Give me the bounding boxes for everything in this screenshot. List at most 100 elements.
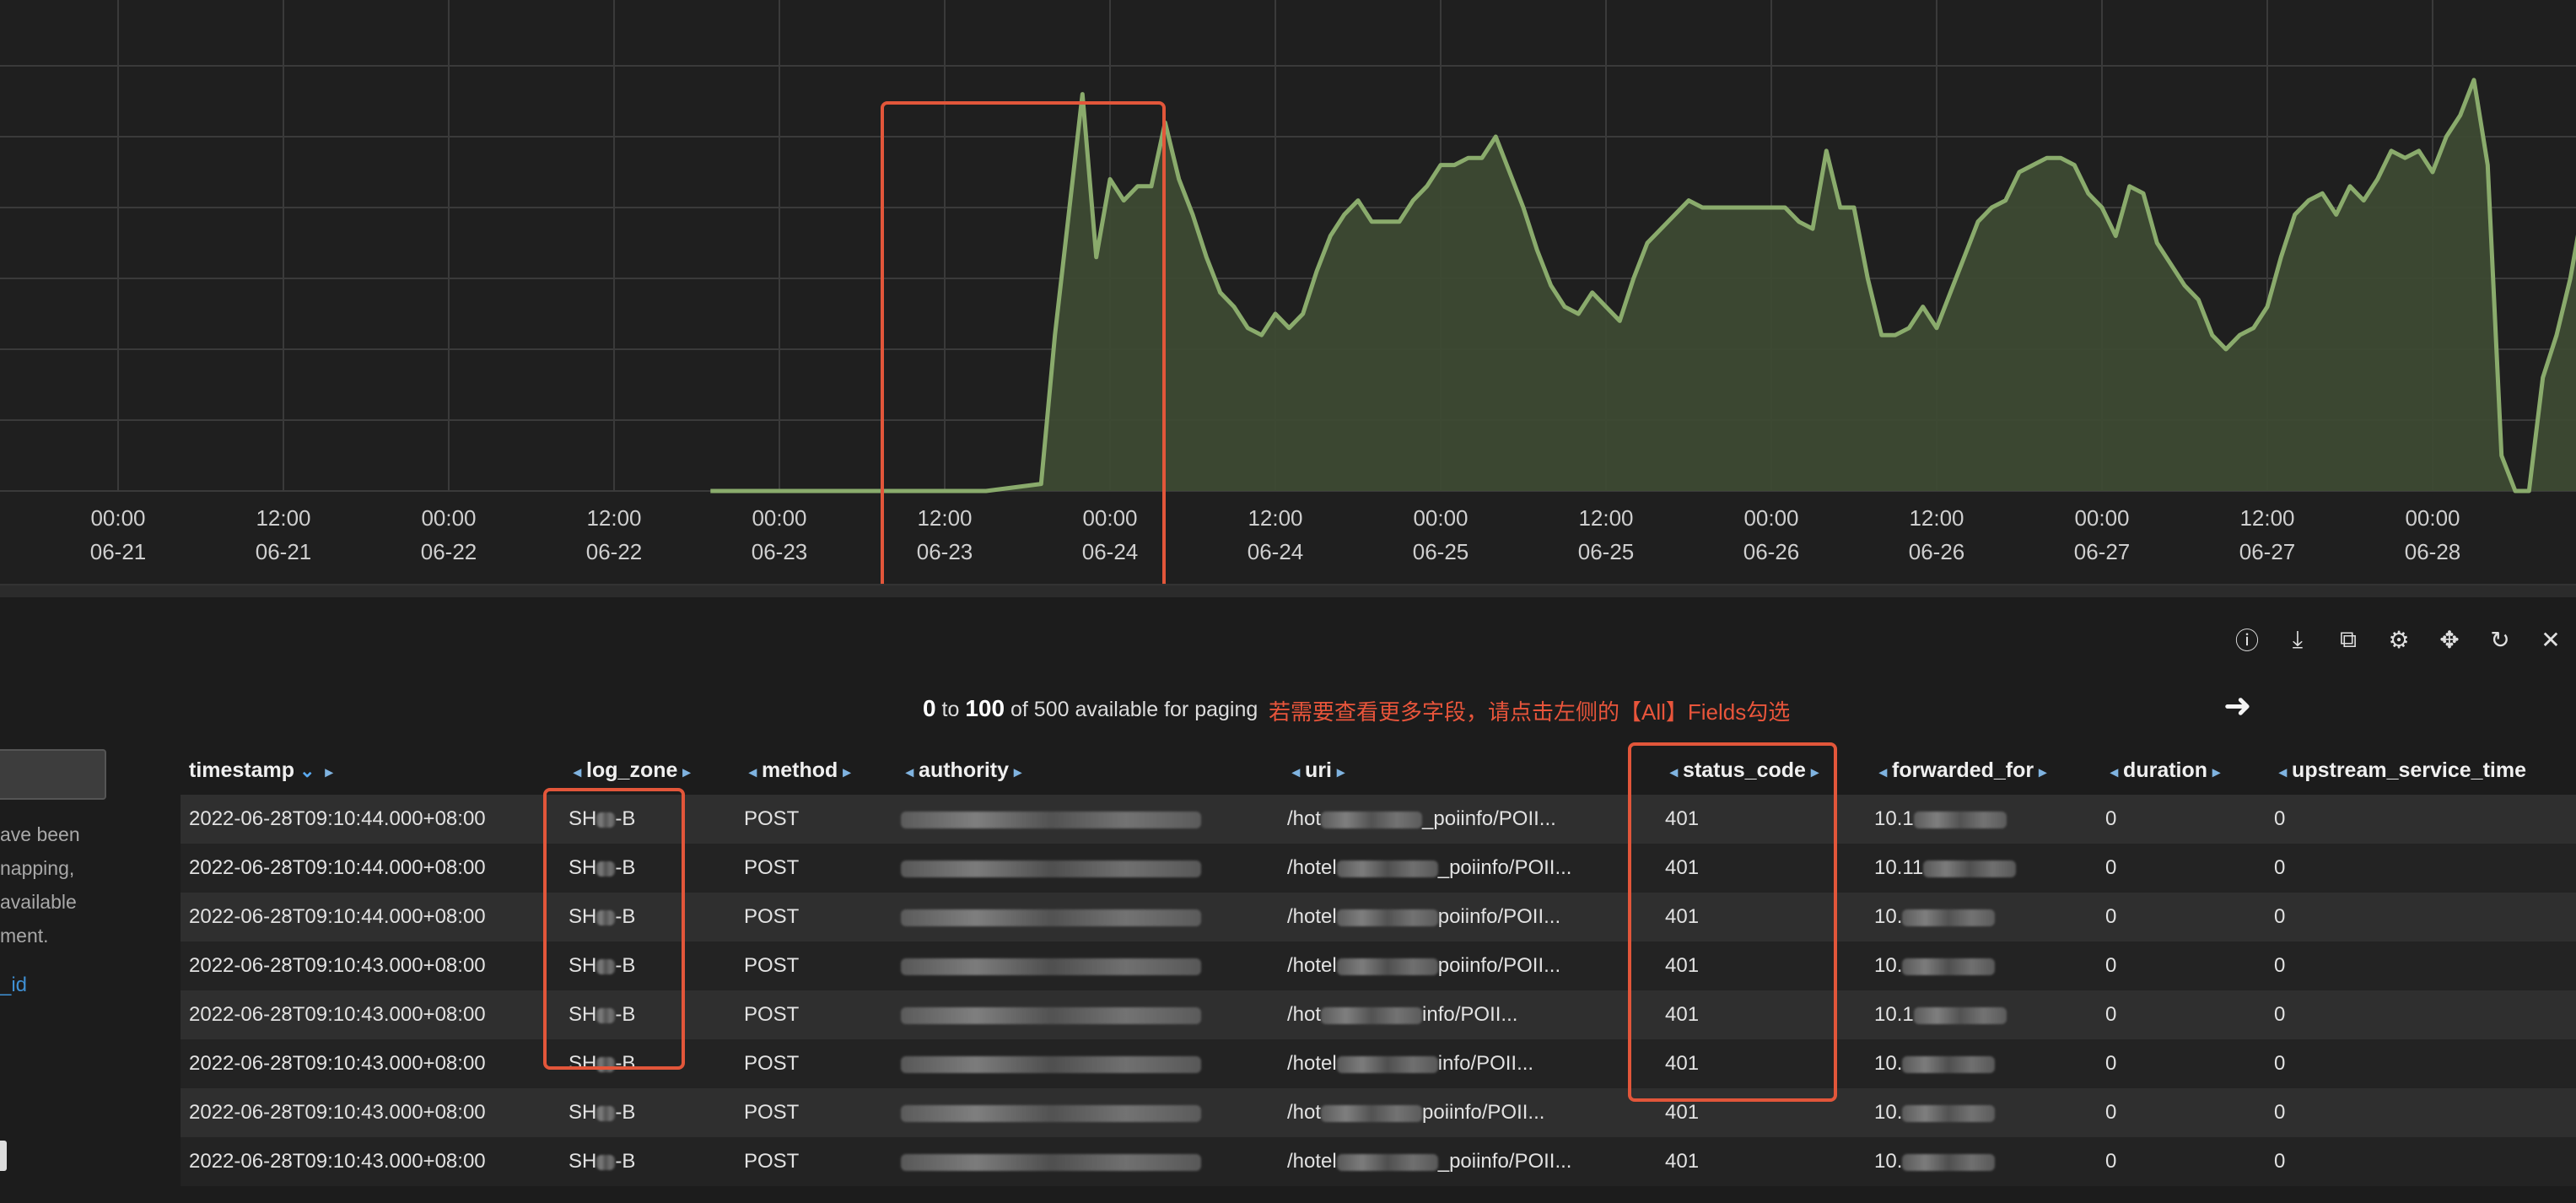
cell-upstream-service-time: 0 xyxy=(2274,856,2286,879)
cell-timestamp: 2022-06-28T09:10:44.000+08:00 xyxy=(189,856,486,879)
cell-upstream-service-time: 0 xyxy=(2274,1150,2286,1173)
paging-rest: of 500 available for paging xyxy=(1005,698,1258,721)
cell-upstream-service-time: 0 xyxy=(2274,1052,2286,1075)
cell-timestamp: 2022-06-28T09:10:43.000+08:00 xyxy=(189,1101,486,1124)
timeline-chart[interactable] xyxy=(0,0,2576,506)
highlight-box-chart xyxy=(881,101,1166,591)
cell-upstream-service-time: 0 xyxy=(2274,807,2286,830)
redacted-authority xyxy=(901,1153,1201,1171)
copy-icon[interactable]: ⧉ xyxy=(2323,614,2374,665)
refresh-icon[interactable]: ↻ xyxy=(2475,614,2525,665)
redacted-authority xyxy=(901,958,1201,975)
next-page-arrow-icon[interactable]: ➜ xyxy=(2223,687,2252,726)
highlight-box-status-code xyxy=(1628,742,1837,1102)
table-body: 2022-06-28T09:10:44.000+08:00 SH -B POST/ho… xyxy=(181,795,2576,1186)
move-right-icon[interactable]: ▸ xyxy=(325,763,332,780)
x-tick-label: 12:00 06-27 xyxy=(2239,505,2296,564)
move-right-icon[interactable]: ▸ xyxy=(1337,763,1345,780)
move-left-icon[interactable]: ◂ xyxy=(2279,763,2287,780)
cell-timestamp: 2022-06-28T09:10:43.000+08:00 xyxy=(189,954,486,977)
paging-to-label: to xyxy=(935,698,966,721)
table-row[interactable]: 2022-06-28T09:10:44.000+08:00 SH -B POST/ho… xyxy=(181,893,2576,941)
cell-uri: /hot info/POII... xyxy=(1287,1003,1518,1026)
table-row[interactable]: 2022-06-28T09:10:43.000+08:00 SH -B POST/ho… xyxy=(181,1088,2576,1137)
cell-forwarded-for: 10. xyxy=(1866,1052,2097,1076)
cell-forwarded-for: 10. xyxy=(1866,1101,2097,1125)
sidebar-field-link[interactable]: _id xyxy=(0,974,27,997)
move-left-icon[interactable]: ◂ xyxy=(1292,763,1300,780)
sidebar-text-line: ment. xyxy=(0,925,49,947)
move-left-icon[interactable]: ◂ xyxy=(749,763,757,780)
field-filter-input[interactable] xyxy=(0,749,106,800)
cell-uri: /hotel info/POII... xyxy=(1287,1052,1534,1075)
table-row[interactable]: 2022-06-28T09:10:43.000+08:00 SH -B POST/ho… xyxy=(181,1039,2576,1088)
x-tick-label: 12:00 06-26 xyxy=(1908,505,1965,564)
move-left-icon[interactable]: ◂ xyxy=(1879,763,1887,780)
cell-forwarded-for: 10. xyxy=(1866,1150,2097,1173)
move-left-icon[interactable]: ◂ xyxy=(574,763,581,780)
table-row[interactable]: 2022-06-28T09:10:44.000+08:00 SH -B POST/ho… xyxy=(181,795,2576,844)
column-header-authority[interactable]: ◂ authority ▸ xyxy=(892,758,1279,783)
cell-upstream-service-time: 0 xyxy=(2274,1003,2286,1026)
move-right-icon[interactable]: ▸ xyxy=(2039,763,2046,780)
sidebar-text-line: napping, xyxy=(0,857,75,879)
cell-status-code: 401 xyxy=(1665,1150,1700,1173)
redacted-authority xyxy=(901,860,1201,877)
move-left-icon[interactable]: ◂ xyxy=(2110,763,2118,780)
cell-method: POST xyxy=(744,954,800,977)
x-tick-label: 00:00 06-23 xyxy=(751,505,808,564)
redacted-authority xyxy=(901,909,1201,926)
cell-log-zone: SH -B xyxy=(569,1101,636,1124)
table-row[interactable]: 2022-06-28T09:10:43.000+08:00 SH -B POST/ho… xyxy=(181,990,2576,1039)
column-header-log-zone[interactable]: ◂ log_zone ▸ xyxy=(560,758,736,783)
table-row[interactable]: 2022-06-28T09:10:43.000+08:00 SH -B POST/ho… xyxy=(181,1137,2576,1186)
move-right-icon[interactable]: ▸ xyxy=(843,763,850,780)
download-icon[interactable]: ⤓ xyxy=(2272,614,2323,665)
column-header-forwarded-for[interactable]: ◂ forwarded_for ▸ xyxy=(1866,758,2097,783)
redacted-authority xyxy=(901,1055,1201,1073)
cell-forwarded-for: 10.1 xyxy=(1866,1003,2097,1027)
info-icon[interactable]: ⓘ xyxy=(2222,614,2272,665)
move-right-icon[interactable]: ▸ xyxy=(1014,763,1021,780)
cell-timestamp: 2022-06-28T09:10:44.000+08:00 xyxy=(189,905,486,928)
column-header-uri[interactable]: ◂ uri ▸ xyxy=(1279,758,1657,783)
sidebar-button[interactable] xyxy=(0,1141,7,1171)
cell-status-code: 401 xyxy=(1665,1101,1700,1124)
cell-forwarded-for: 10. xyxy=(1866,954,2097,978)
cell-authority xyxy=(892,856,1279,880)
x-tick-label: 00:00 06-22 xyxy=(420,505,477,564)
cell-duration: 0 xyxy=(2105,954,2117,977)
table-row[interactable]: 2022-06-28T09:10:43.000+08:00 SH -B POST/ho… xyxy=(181,941,2576,990)
cell-method: POST xyxy=(744,856,800,879)
sort-desc-icon[interactable]: ⌄ xyxy=(299,760,315,781)
table-header: timestamp ⌄ ▸ ◂ log_zone ▸ ◂ method ▸ ◂ authori… xyxy=(181,746,2576,795)
column-header-method[interactable]: ◂ method ▸ xyxy=(736,758,892,783)
move-right-icon[interactable]: ▸ xyxy=(2212,763,2220,780)
cell-duration: 0 xyxy=(2105,1101,2117,1124)
table-row[interactable]: 2022-06-28T09:10:44.000+08:00 SH -B POST/ho… xyxy=(181,844,2576,893)
cell-authority xyxy=(892,807,1279,831)
move-left-icon[interactable]: ◂ xyxy=(906,763,913,780)
x-tick-label: 12:00 06-22 xyxy=(585,505,643,564)
cell-method: POST xyxy=(744,905,800,928)
move-right-icon[interactable]: ▸ xyxy=(682,763,690,780)
column-header-upstream-service-time[interactable]: ◂ upstream_service_time xyxy=(2266,758,2576,783)
cell-duration: 0 xyxy=(2105,1150,2117,1173)
close-icon[interactable]: ✕ xyxy=(2525,614,2576,665)
cell-upstream-service-time: 0 xyxy=(2274,1101,2286,1124)
column-header-duration[interactable]: ◂ duration ▸ xyxy=(2097,758,2266,783)
cell-method: POST xyxy=(744,807,800,830)
gear-icon[interactable]: ⚙ xyxy=(2374,614,2424,665)
redacted-authority xyxy=(901,1006,1201,1024)
cell-forwarded-for: 10. xyxy=(1866,905,2097,929)
cell-timestamp: 2022-06-28T09:10:44.000+08:00 xyxy=(189,807,486,830)
sidebar-text-line: available xyxy=(0,891,77,913)
cell-uri: /hot poiinfo/POII... xyxy=(1287,1101,1545,1124)
cell-duration: 0 xyxy=(2105,1003,2117,1026)
cell-timestamp: 2022-06-28T09:10:43.000+08:00 xyxy=(189,1052,486,1075)
cell-upstream-service-time: 0 xyxy=(2274,954,2286,977)
column-header-timestamp[interactable]: timestamp ⌄ ▸ xyxy=(181,758,560,783)
x-tick-label: 00:00 06-25 xyxy=(1412,505,1469,564)
cell-upstream-service-time: 0 xyxy=(2274,905,2286,928)
move-icon[interactable]: ✥ xyxy=(2424,614,2475,665)
